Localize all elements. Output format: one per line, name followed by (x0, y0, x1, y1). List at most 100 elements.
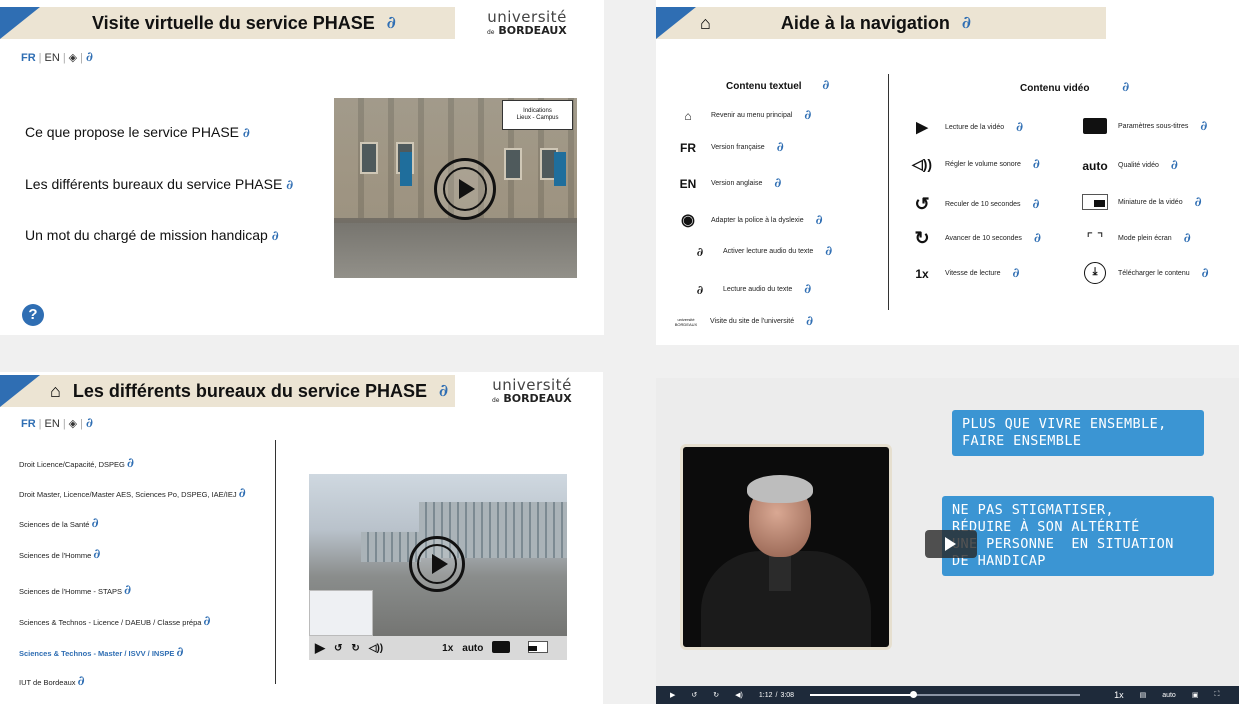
indications-button[interactable]: Indications Lieux - Campus (502, 100, 573, 130)
ear-icon[interactable]: ∂ (92, 516, 99, 531)
ear-icon[interactable]: ∂ (439, 381, 448, 401)
university-logo[interactable]: université de BORDEAUX (492, 378, 572, 405)
ear-icon[interactable]: ∂ (816, 213, 823, 228)
progress-track[interactable] (810, 691, 1081, 698)
play-button[interactable] (409, 536, 465, 592)
menu-item-bureaux[interactable]: Les différents bureaux du service PHASE … (25, 176, 293, 193)
office-label: Droit Licence/Capacité, DSPEG (19, 460, 125, 469)
rewind-icon[interactable]: ↺ (334, 643, 342, 654)
miniplayer-icon[interactable] (528, 640, 557, 656)
forward-icon: ↻ (914, 228, 930, 248)
legend-row-audio-read: ∂ Lecture audio du texte ∂ (673, 282, 811, 297)
lang-fr[interactable]: FR (21, 418, 36, 430)
video-player-campus[interactable]: ▶ ↺ ↻ ◁)) 1x auto ⌜⌝ (309, 474, 567, 660)
play-icon[interactable]: ▶ (315, 640, 325, 656)
ear-icon[interactable]: ∂ (78, 674, 85, 689)
quote-bubble-2: NE PAS STIGMATISER, RÉDUIRE À SON ALTÉRI… (942, 496, 1214, 576)
lang-en[interactable]: EN (45, 52, 60, 64)
ear-icon[interactable]: ∂ (1033, 197, 1040, 212)
minimap[interactable] (309, 590, 373, 636)
ear-icon[interactable]: ∂ (1122, 80, 1129, 95)
ear-icon[interactable]: ∂ (93, 547, 100, 562)
office-item[interactable]: Sciences de la Santé ∂ (19, 516, 99, 531)
speed-button[interactable]: 1x (1114, 690, 1124, 700)
ear-icon[interactable]: ∂ (825, 244, 832, 259)
ear-icon[interactable]: ∂ (804, 282, 811, 297)
miniplayer-icon[interactable]: ▣ (1192, 691, 1199, 699)
ear-icon[interactable]: ∂ (1184, 231, 1191, 246)
office-item[interactable]: Sciences de l'Homme ∂ (19, 547, 100, 562)
ear-icon[interactable]: ∂ (1013, 266, 1020, 281)
ear-icon[interactable]: ∂ (804, 108, 811, 123)
ear-icon[interactable]: ∂ (1200, 119, 1207, 134)
ear-slash-icon[interactable]: ∂ (86, 50, 93, 65)
forward-icon[interactable]: ↻ (351, 643, 359, 654)
ear-icon[interactable]: ∂ (962, 13, 971, 33)
university-logo[interactable]: université de BORDEAUX (487, 10, 567, 37)
ear-icon[interactable]: ∂ (1171, 158, 1178, 173)
speaker-shirt (769, 551, 791, 591)
ear-icon[interactable]: ∂ (777, 140, 784, 155)
ear-icon[interactable]: ∂ (239, 486, 246, 501)
progress-fill (810, 694, 913, 696)
ear-icon[interactable]: ∂ (1033, 157, 1040, 172)
ear-icon[interactable]: ∂ (204, 614, 211, 629)
speed-button[interactable]: 1x (442, 643, 453, 654)
legend-label: Activer lecture audio du texte (723, 248, 814, 255)
fullscreen-icon[interactable]: ⌜⌝ (566, 643, 567, 654)
quality-button[interactable]: auto (462, 643, 483, 654)
video-thumbnail-campus[interactable]: Indications Lieux - Campus (334, 98, 577, 278)
dyslexia-eye-icon[interactable]: ◈ (69, 52, 77, 64)
subtitles-icon[interactable] (492, 640, 519, 656)
current-time: 1:12 (758, 691, 773, 699)
panel-interview-video[interactable]: PLUS QUE VIVRE ENSEMBLE, FAIRE ENSEMBLE … (656, 378, 1239, 704)
dyslexia-eye-icon[interactable]: ◈ (69, 418, 77, 430)
ear-icon[interactable]: ∂ (176, 645, 183, 660)
office-item-active[interactable]: Sciences & Technos - Master / ISVV / INS… (19, 645, 183, 660)
ear-icon[interactable]: ∂ (127, 456, 134, 471)
ear-icon[interactable]: ∂ (1016, 120, 1023, 135)
menu-item-propose[interactable]: Ce que propose le service PHASE ∂ (25, 124, 250, 141)
title-band: ⌂ Les différents bureaux du service PHAS… (0, 375, 455, 407)
quality-button[interactable]: auto (1162, 692, 1176, 699)
ear-icon[interactable]: ∂ (1202, 266, 1209, 281)
legend-label: Adapter la police à la dyslexie (711, 216, 804, 224)
rewind-icon[interactable]: ↺ (691, 691, 697, 699)
office-item[interactable]: Droit Licence/Capacité, DSPEG ∂ (19, 456, 134, 471)
page-title: Aide à la navigation (780, 12, 950, 33)
lang-en[interactable]: EN (45, 418, 60, 430)
ear-icon[interactable]: ∂ (272, 229, 279, 244)
subtitles-icon[interactable]: ▤ (1140, 691, 1147, 699)
help-button[interactable]: ? (22, 304, 44, 326)
fullscreen-icon[interactable]: ⛶ (1214, 691, 1219, 699)
home-icon[interactable]: ⌂ (50, 381, 61, 402)
progress-knob[interactable] (909, 691, 917, 698)
ear-icon[interactable]: ∂ (243, 126, 250, 141)
menu-item-mot-charge[interactable]: Un mot du chargé de mission handicap ∂ (25, 227, 279, 244)
office-item[interactable]: Sciences & Technos - Licence / DAEUB / C… (19, 614, 211, 629)
legend-label: Vitesse de lecture (945, 270, 1001, 277)
ear-icon[interactable]: ∂ (124, 583, 131, 598)
play-icon[interactable]: ▶ (670, 691, 675, 699)
ear-icon[interactable]: ∂ (806, 314, 813, 329)
legend-row-fr: FR Version française ∂ (673, 140, 784, 155)
ear-icon[interactable]: ∂ (1195, 195, 1202, 210)
forward-icon[interactable]: ↻ (713, 691, 719, 699)
play-button[interactable] (434, 158, 496, 220)
ear-icon[interactable]: ∂ (286, 178, 293, 193)
ear-slash-icon[interactable]: ∂ (86, 416, 93, 431)
volume-icon[interactable]: ◀) (735, 691, 743, 699)
office-item[interactable]: Droit Master, Licence/Master AES, Scienc… (19, 486, 246, 501)
ear-icon[interactable]: ∂ (774, 176, 781, 191)
office-item[interactable]: IUT de Bordeaux ∂ (19, 674, 85, 689)
panel-aide-navigation: ⌂ Aide à la navigation ∂ Contenu textuel… (656, 0, 1239, 345)
legend-row-miniplayer: Miniature de la vidéo ∂ (1080, 194, 1202, 210)
home-icon[interactable]: ⌂ (700, 13, 711, 34)
ear-icon[interactable]: ∂ (387, 13, 396, 33)
ear-icon[interactable]: ∂ (1034, 231, 1041, 246)
big-play-button[interactable] (925, 530, 977, 558)
office-item[interactable]: Sciences de l'Homme - STAPS ∂ (19, 583, 131, 598)
ear-icon[interactable]: ∂ (822, 78, 829, 93)
volume-icon[interactable]: ◁)) (369, 643, 383, 654)
lang-fr[interactable]: FR (21, 52, 36, 64)
